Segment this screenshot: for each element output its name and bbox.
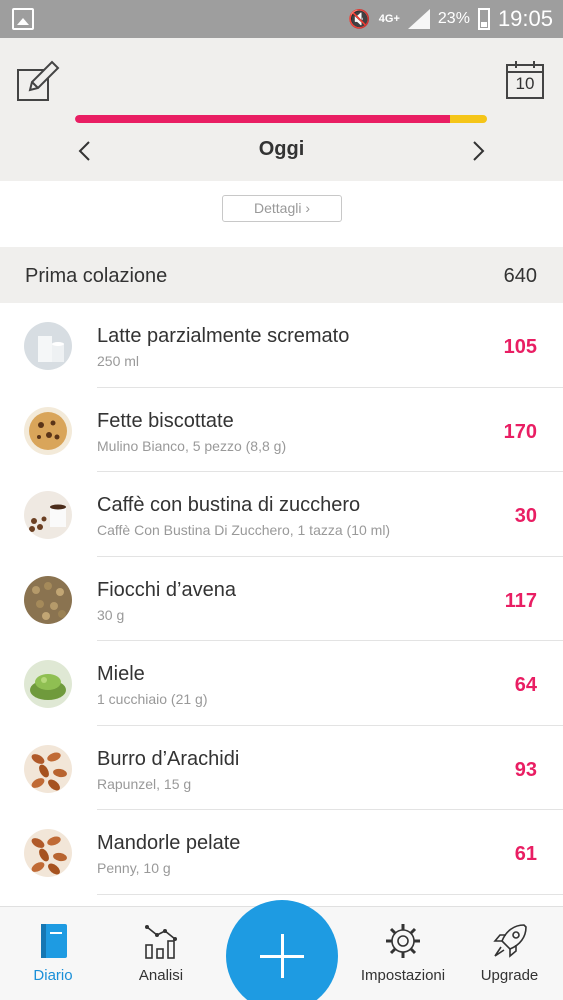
- settings-gear-icon: [386, 924, 420, 958]
- almonds-icon: [24, 744, 72, 793]
- food-detail: Caffè Con Bustina Di Zucchero, 1 tazza (…: [97, 522, 391, 538]
- milk-icon: [24, 322, 72, 370]
- nav-upgrade[interactable]: Upgrade: [456, 907, 563, 1000]
- food-kcal: 61: [514, 843, 537, 865]
- day-title: Oggi: [258, 138, 305, 160]
- food-detail: Rapunzel, 15 g: [97, 775, 192, 792]
- calorie-progress-bar: [75, 115, 487, 123]
- edit-button[interactable]: [16, 60, 60, 104]
- signal-icon: [407, 9, 430, 29]
- food-name: Fette biscottate: [97, 409, 234, 432]
- food-item[interactable]: Caffè con bustina di zucchero Caffè Con …: [0, 472, 563, 557]
- nav-impostazioni[interactable]: Impostazioni: [350, 907, 456, 1000]
- chevron-left-icon: [78, 141, 90, 161]
- food-item[interactable]: Mandorle pelate Penny, 10 g 61: [0, 810, 563, 895]
- nav-analisi[interactable]: Analisi: [106, 907, 216, 1000]
- diary-icon: [41, 924, 67, 958]
- coffee-icon: [24, 491, 72, 539]
- next-day-button[interactable]: [463, 136, 493, 166]
- analysis-icon: [145, 925, 177, 959]
- food-item[interactable]: Burro d’Arachidi Rapunzel, 15 g 93: [0, 725, 563, 810]
- status-time: 19:05: [497, 6, 553, 31]
- nav-label: Analisi: [138, 967, 184, 984]
- food-item[interactable]: Miele 1 cucchiaio (21 g) 64: [0, 641, 563, 726]
- progress-fill: [75, 115, 450, 123]
- network-type-icon: 4G+: [378, 12, 400, 25]
- food-name: Miele: [97, 663, 145, 685]
- nav-diario[interactable]: Diario: [0, 907, 106, 1000]
- food-name: Mandorle pelate: [97, 832, 241, 854]
- food-kcal: 93: [514, 758, 537, 781]
- food-kcal: 64: [514, 674, 537, 696]
- food-item[interactable]: Fiocchi d’avena 30 g 117: [0, 556, 563, 641]
- progress-overflow: [449, 115, 487, 123]
- calendar-button[interactable]: 10: [505, 60, 545, 100]
- meal-total-kcal: 640: [503, 265, 537, 287]
- add-food-button[interactable]: [226, 900, 338, 1000]
- gallery-notification-icon: [12, 8, 34, 30]
- nav-label: Impostazioni: [360, 967, 446, 984]
- oats-icon: [24, 575, 72, 624]
- almonds-icon: [24, 829, 72, 877]
- food-kcal: 30: [514, 505, 537, 527]
- nav-label: Upgrade: [480, 967, 539, 984]
- cookie-icon: [24, 406, 72, 455]
- food-name: Caffè con bustina di zucchero: [97, 494, 361, 516]
- food-kcal: 170: [503, 420, 537, 443]
- food-name: Latte parzialmente scremato: [97, 325, 350, 347]
- divider: [97, 893, 563, 895]
- chevron-right-icon: [473, 141, 485, 161]
- food-detail: 30 g: [97, 606, 125, 623]
- food-list: Latte parzialmente scremato 250 ml 105 F…: [0, 303, 563, 895]
- nav-label: Diario: [33, 967, 73, 984]
- food-item[interactable]: Latte parzialmente scremato 250 ml 105: [0, 303, 563, 388]
- food-kcal: 105: [503, 336, 537, 358]
- food-name: Fiocchi d’avena: [97, 578, 236, 601]
- battery-icon: [477, 8, 490, 30]
- food-detail: Penny, 10 g: [97, 860, 171, 876]
- details-button[interactable]: Dettagli ›: [222, 195, 342, 222]
- calendar-day: 10: [515, 74, 535, 93]
- diary-header: 10 Oggi: [0, 38, 563, 181]
- food-name: Burro d’Arachidi: [97, 747, 240, 770]
- pencil-icon: [17, 60, 60, 101]
- previous-day-button[interactable]: [70, 136, 100, 166]
- food-detail: 1 cucchiaio (21 g): [97, 691, 208, 707]
- details-area: Dettagli ›: [0, 181, 563, 247]
- meal-section-header[interactable]: Prima colazione 640: [0, 247, 563, 303]
- food-kcal: 117: [504, 589, 537, 612]
- mute-icon: 🔇: [348, 8, 371, 29]
- honey-icon: [24, 660, 72, 708]
- food-item[interactable]: Fette biscottate Mulino Bianco, 5 pezzo …: [0, 387, 563, 472]
- food-detail: Mulino Bianco, 5 pezzo (8,8 g): [97, 437, 287, 454]
- rocket-icon: [492, 924, 527, 958]
- battery-percent: 23%: [437, 10, 470, 27]
- status-icons: 🔇 4G+ 23% 19:05: [348, 0, 553, 38]
- food-detail: 250 ml: [97, 353, 140, 369]
- meal-title: Prima colazione: [25, 265, 168, 287]
- status-bar: 🔇 4G+ 23% 19:05: [0, 0, 563, 38]
